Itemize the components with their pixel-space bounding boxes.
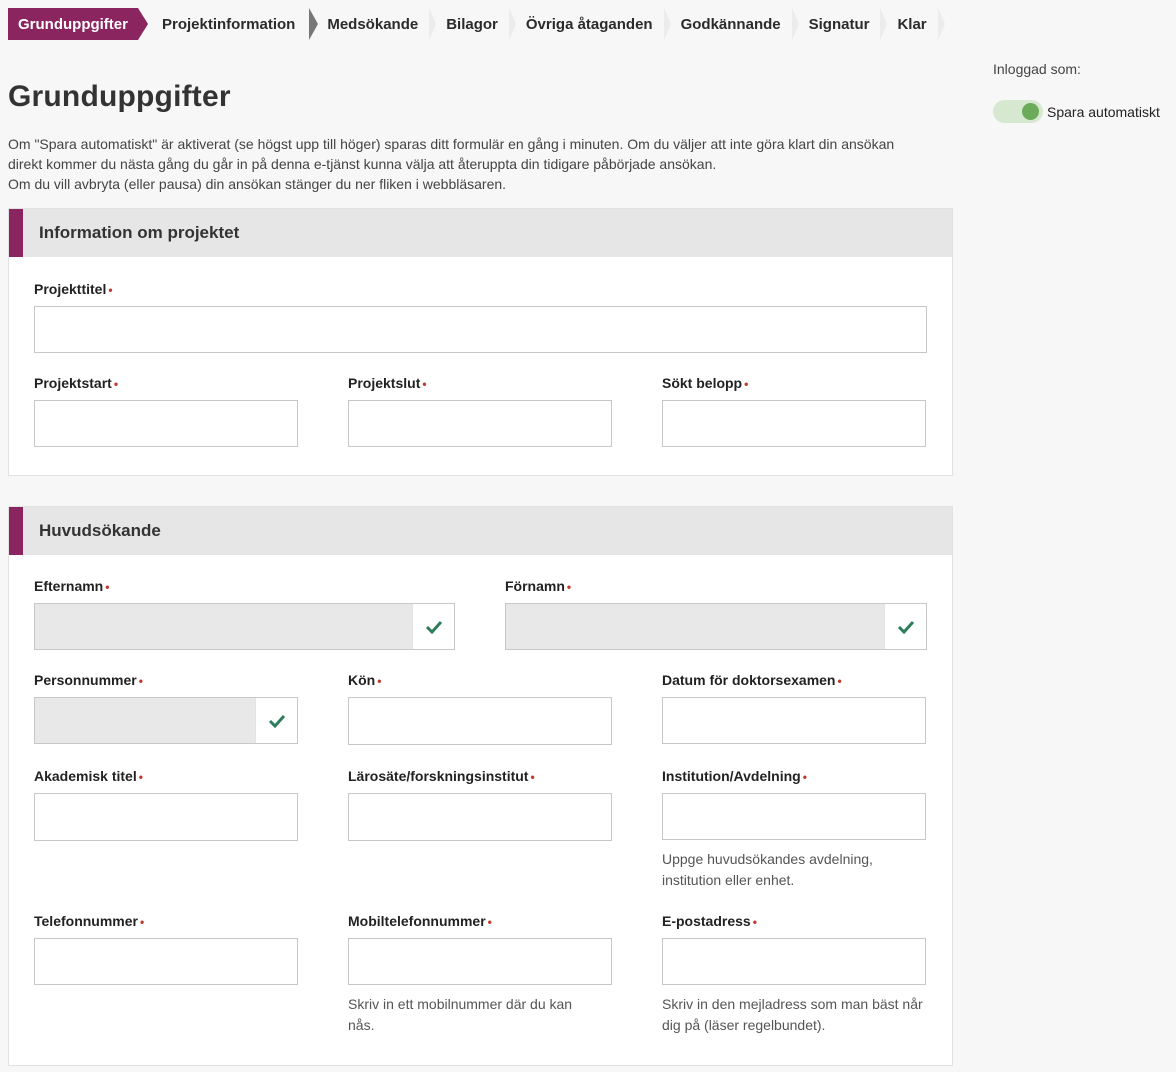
amount-input[interactable] xyxy=(662,400,926,447)
field-label: Förnamn • xyxy=(505,578,572,594)
gender-select[interactable] xyxy=(348,697,612,745)
email-input[interactable] xyxy=(662,938,926,985)
amount-field: Sökt belopp • xyxy=(662,375,926,447)
checkmark-icon xyxy=(884,604,926,649)
field-label: Telefonnummer • xyxy=(34,913,145,929)
field-label: Datum för doktorsexamen • xyxy=(662,672,842,688)
mobile-help: Skriv in ett mobilnummer där du kan nås. xyxy=(348,996,573,1033)
required-marker: • xyxy=(139,915,145,929)
logged-in-label: Inloggad som: xyxy=(993,61,1081,77)
email-help: Skriv in den mejladress som man bäst når… xyxy=(662,996,923,1033)
phone-field: Telefonnummer • xyxy=(34,913,298,985)
checkmark-icon xyxy=(412,604,454,649)
step-label: Projektinformation xyxy=(161,15,296,33)
field-label: Projekttitel • xyxy=(34,281,113,297)
autosave-control: Spara automatiskt xyxy=(993,100,1160,123)
step-medsokande[interactable]: Medsökande xyxy=(313,8,437,40)
project-start-input[interactable] xyxy=(34,400,298,447)
intro-line: Om du vill avbryta (eller pausa) din ans… xyxy=(8,176,507,192)
panel-header: Information om projektet xyxy=(9,209,952,257)
field-label: E-postadress • xyxy=(662,913,757,929)
page-title: Grunduppgifter xyxy=(8,80,231,113)
required-marker: • xyxy=(837,674,842,688)
step-label: Medsökande xyxy=(327,15,419,33)
project-end-field: Projektslut • xyxy=(348,375,612,447)
step-label: Övriga åtaganden xyxy=(525,15,653,33)
field-label: Kön • xyxy=(348,672,382,688)
field-label: Mobiltelefonnummer • xyxy=(348,913,492,929)
panel-header: Huvudsökande xyxy=(9,507,952,555)
checkmark-icon xyxy=(255,698,297,743)
email-field: E-postadress • Skriv in den mejladress so… xyxy=(662,913,926,1036)
step-navigation: Grunduppgifter Projektinformation Medsök… xyxy=(8,8,945,40)
required-marker: • xyxy=(138,674,143,688)
personnummer-input[interactable] xyxy=(34,697,298,744)
intro-line: direkt kommer du nästa gång du går in på… xyxy=(8,156,717,172)
step-ovriga-ataganden[interactable]: Övriga åtaganden xyxy=(512,8,671,40)
required-marker: • xyxy=(802,770,807,784)
required-marker: • xyxy=(530,770,535,784)
required-marker: • xyxy=(113,377,119,391)
mobile-input[interactable] xyxy=(348,938,612,985)
intro-line: Om "Spara automatiskt" är aktiverat (se … xyxy=(8,136,895,152)
firstname-field: Förnamn • xyxy=(505,578,927,650)
required-marker: • xyxy=(108,283,113,297)
step-label: Signatur xyxy=(808,15,870,33)
phd-date-field: Datum för doktorsexamen • xyxy=(662,672,926,744)
required-marker: • xyxy=(377,674,382,688)
step-signatur[interactable]: Signatur xyxy=(795,8,888,40)
firstname-input[interactable] xyxy=(505,603,927,650)
field-label: Efternamn • xyxy=(34,578,110,594)
personnummer-field: Personnummer • xyxy=(34,672,298,744)
field-label: Institution/Avdelning • xyxy=(662,768,807,784)
field-label: Projektslut • xyxy=(348,375,427,391)
university-select[interactable] xyxy=(348,793,612,841)
phone-input[interactable] xyxy=(34,938,298,985)
field-label: Lärosäte/forskningsinstitut • xyxy=(348,768,535,784)
gender-field: Kön • xyxy=(348,672,612,745)
department-help: Uppge huvudsökandes avdelning, instituti… xyxy=(662,851,873,888)
step-klar[interactable]: Klar xyxy=(883,8,945,40)
required-marker: • xyxy=(422,377,427,391)
main-applicant-panel: Huvudsökande Efternamn • Förnamn • Personn… xyxy=(8,506,953,1066)
phd-date-input[interactable] xyxy=(662,697,926,744)
step-grunduppgifter[interactable]: Grunduppgifter xyxy=(8,8,148,40)
required-marker: • xyxy=(105,580,110,594)
required-marker: • xyxy=(138,770,143,784)
academic-title-field: Akademisk titel • xyxy=(34,768,298,841)
step-label: Klar xyxy=(897,15,927,33)
step-godkannande[interactable]: Godkännande xyxy=(667,8,799,40)
project-title-field: Projekttitel • xyxy=(34,281,927,353)
project-start-field: Projektstart • xyxy=(34,375,298,447)
field-label: Sökt belopp • xyxy=(662,375,749,391)
step-label: Grunduppgifter xyxy=(18,15,128,33)
step-projektinformation[interactable]: Projektinformation xyxy=(148,8,319,40)
field-label: Akademisk titel • xyxy=(34,768,143,784)
mobile-field: Mobiltelefonnummer • Skriv in ett mobilnu… xyxy=(348,913,612,1036)
intro-text: Om "Spara automatiskt" är aktiverat (se … xyxy=(8,134,958,194)
project-end-input[interactable] xyxy=(348,400,612,447)
step-label: Godkännande xyxy=(680,15,781,33)
required-marker: • xyxy=(744,377,749,391)
step-label: Bilagor xyxy=(446,15,498,33)
autosave-label: Spara automatiskt xyxy=(1047,103,1160,120)
project-info-panel: Information om projektet Projekttitel • P… xyxy=(8,208,953,476)
step-bilagor[interactable]: Bilagor xyxy=(432,8,516,40)
lastname-input[interactable] xyxy=(34,603,455,650)
lastname-field: Efternamn • xyxy=(34,578,455,650)
required-marker: • xyxy=(752,915,757,929)
required-marker: • xyxy=(566,580,572,594)
academic-title-select[interactable] xyxy=(34,793,298,841)
required-marker: • xyxy=(487,915,492,929)
university-field: Lärosäte/forskningsinstitut • xyxy=(348,768,612,841)
toggle-knob-icon xyxy=(1022,103,1039,120)
field-label: Personnummer • xyxy=(34,672,143,688)
department-field: Institution/Avdelning • Uppge huvudsökand… xyxy=(662,768,926,891)
autosave-toggle[interactable] xyxy=(993,100,1043,123)
field-label: Projektstart • xyxy=(34,375,119,391)
project-title-input[interactable] xyxy=(34,306,927,353)
department-input[interactable] xyxy=(662,793,926,840)
